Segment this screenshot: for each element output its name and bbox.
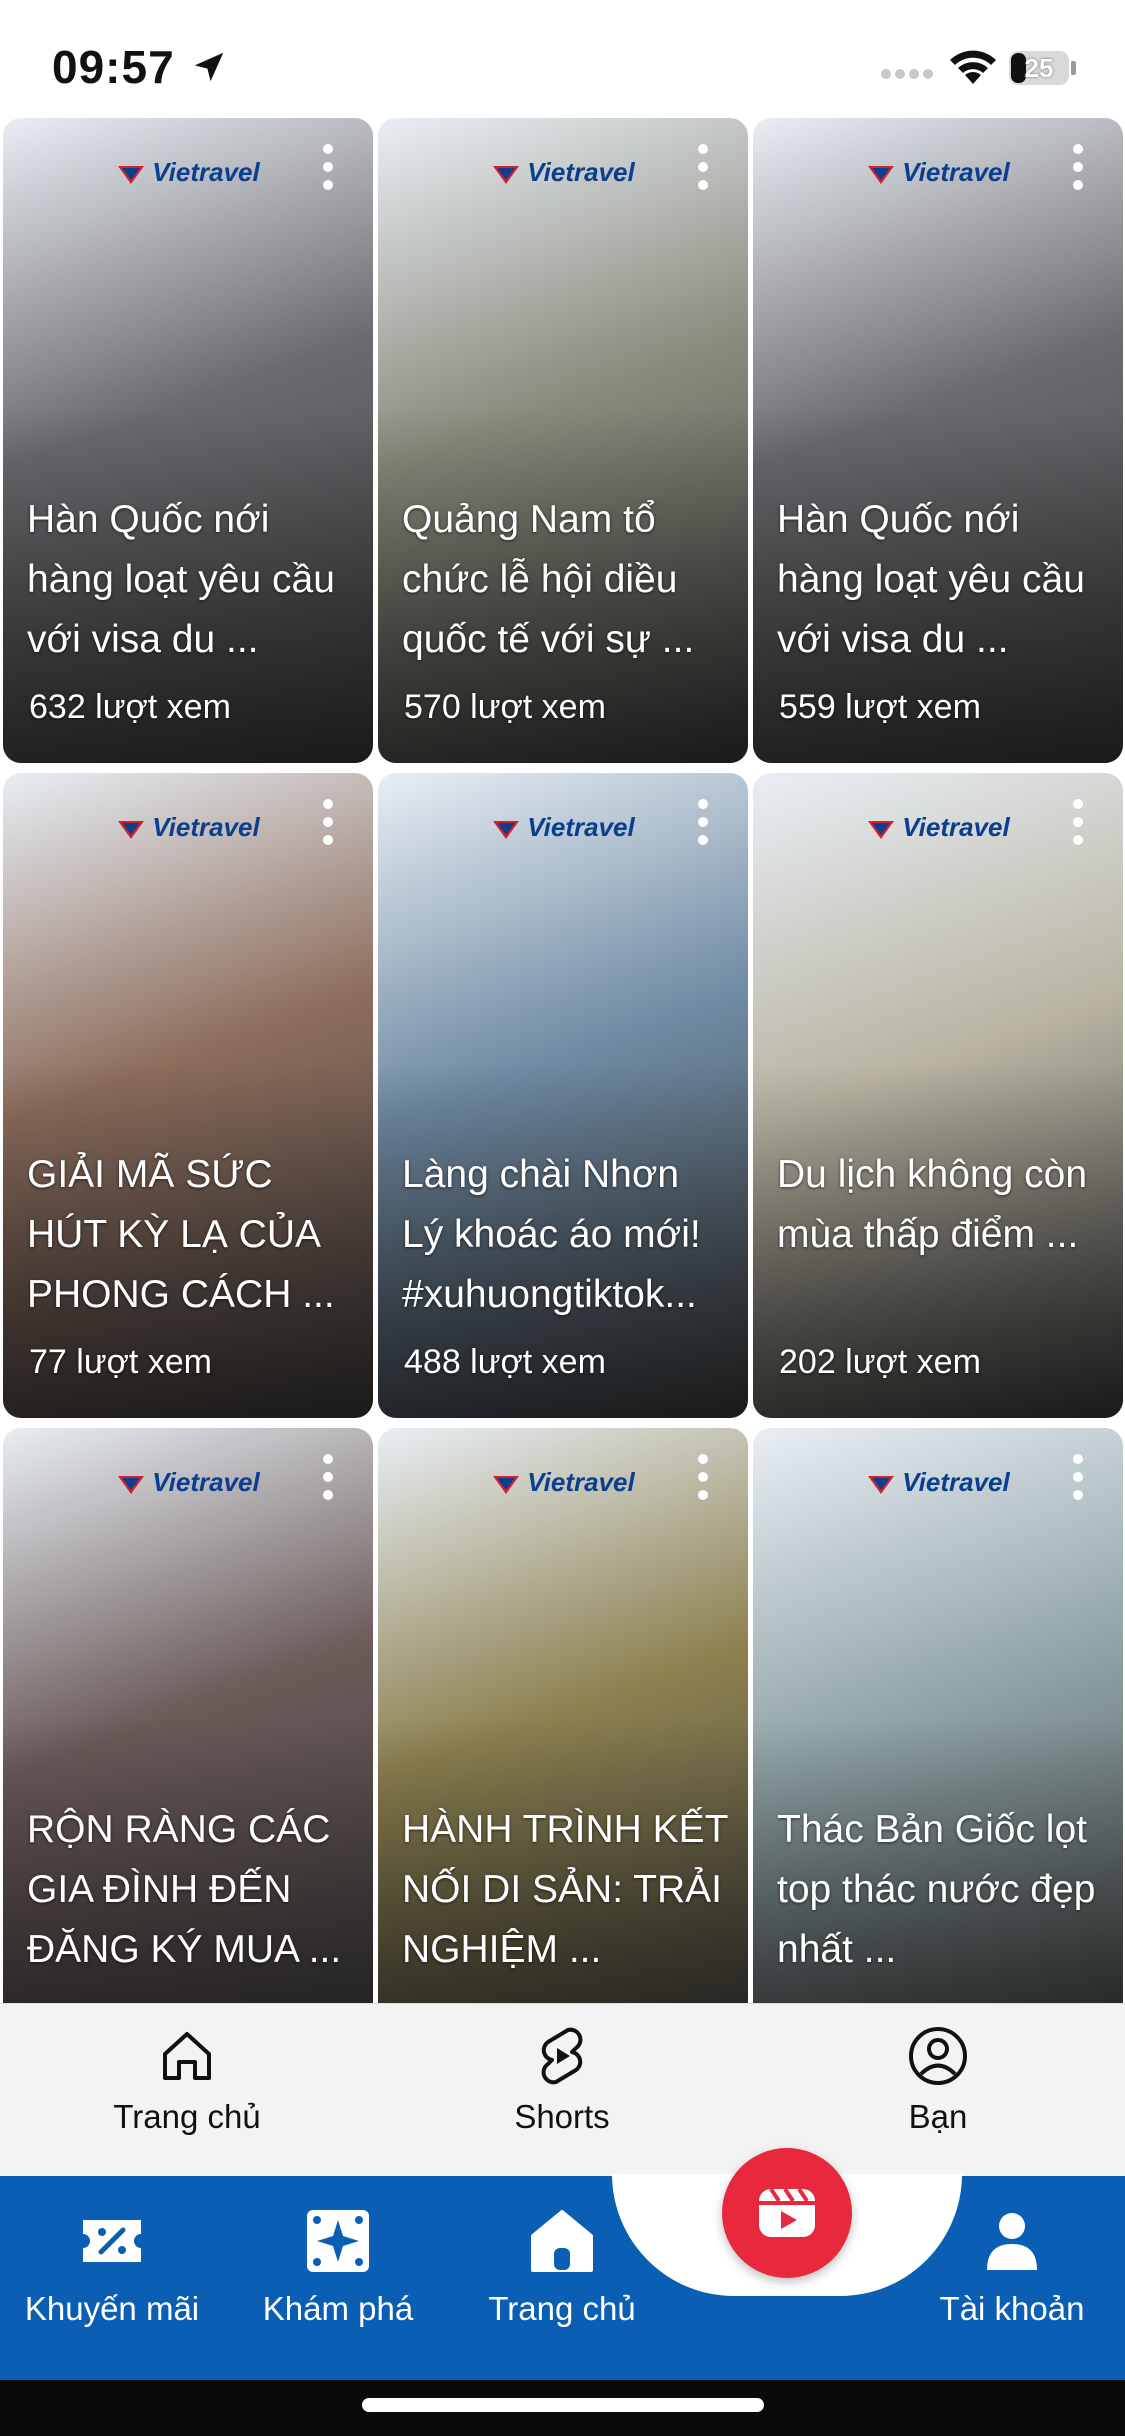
home-icon [531, 2210, 593, 2272]
more-options-icon[interactable] [1071, 797, 1085, 847]
video-title: HÀNH TRÌNH KẾT NỐI DI SẢN: TRẢI NGHIỆM .… [402, 1808, 728, 1971]
shorts-icon [541, 2027, 583, 2085]
view-count: 77 lượt xem [29, 1343, 212, 1381]
more-options-icon[interactable] [696, 142, 710, 192]
more-options-icon[interactable] [321, 797, 335, 847]
shorts-bottom-nav: Trang chủ Shorts Bạn [0, 2003, 1125, 2179]
video-card[interactable]: Vietravel Du lịch không còn mùa thấp điểm… [753, 773, 1123, 1418]
status-time: 09:57 [52, 41, 175, 93]
person-icon [987, 2213, 1037, 2270]
shorts-nav-home-label: Trang chủ [113, 2098, 261, 2135]
view-count: 488 lượt xem [404, 1343, 606, 1381]
cellular-signal-icon [881, 69, 933, 79]
view-count: 202 lượt xem [779, 1343, 981, 1381]
app-nav-promotions-label: Khuyến mãi [24, 2290, 200, 2327]
app-nav-home-label: Trang chủ [488, 2290, 636, 2327]
status-bar: 09:57 25 [0, 0, 1125, 120]
video-card[interactable]: Vietravel Quảng Nam tổ chức lễ hội diều q… [378, 118, 748, 763]
view-count: 632 lượt xem [29, 688, 231, 726]
app-nav-explore[interactable]: Khám phá [248, 2206, 428, 2328]
app-nav-promotions[interactable]: Khuyến mãi [22, 2206, 202, 2328]
video-card[interactable]: Vietravel Làng chài Nhơn Lý khoác áo mới!… [378, 773, 748, 1418]
video-title: Thác Bản Giốc lọt top thác nước đẹp nhất… [777, 1808, 1096, 1971]
wifi-icon [950, 50, 996, 84]
video-card[interactable]: Vietravel Thác Bản Giốc lọt top thác nước… [753, 1428, 1123, 2003]
video-card[interactable]: Vietravel Hàn Quốc nới hàng loạt yêu cầu … [3, 118, 373, 763]
user-circle-icon [909, 2027, 967, 2085]
vietravel-logo: Vietravel [753, 808, 1123, 847]
vietravel-logo: Vietravel [753, 1463, 1123, 1502]
vietravel-logo: Vietravel [378, 153, 748, 192]
vietravel-logo: Vietravel [378, 1463, 748, 1502]
more-options-icon[interactable] [696, 797, 710, 847]
shorts-nav-shorts-label: Shorts [514, 2098, 610, 2135]
video-title: Du lịch không còn mùa thấp điểm ... [777, 1153, 1088, 1256]
vietravel-logo: Vietravel [3, 153, 373, 192]
video-card[interactable]: Vietravel HÀNH TRÌNH KẾT NỐI DI SẢN: TRẢI… [378, 1428, 748, 2003]
explore-icon [307, 2210, 369, 2272]
discount-ticket-icon [83, 2220, 141, 2262]
vietravel-logo: Vietravel [378, 808, 748, 847]
shorts-nav-you-label: Bạn [908, 2098, 968, 2135]
shorts-nav-shorts[interactable]: Shorts [442, 2024, 682, 2136]
clapperboard-icon [759, 2187, 815, 2237]
vietravel-logo: Vietravel [753, 153, 1123, 192]
app-nav-explore-label: Khám phá [262, 2290, 414, 2327]
shorts-nav-home[interactable]: Trang chủ [67, 2024, 307, 2136]
app-nav-account[interactable]: Tài khoản [922, 2206, 1102, 2328]
video-title: Hàn Quốc nới hàng loạt yêu cầu với visa … [27, 498, 335, 661]
more-options-icon[interactable] [1071, 142, 1085, 192]
video-card[interactable]: Vietravel GIẢI MÃ SỨC HÚT KỲ LẠ CỦA PHONG… [3, 773, 373, 1418]
app-nav-home[interactable]: Trang chủ [472, 2206, 652, 2328]
shorts-grid: Vietravel Hàn Quốc nới hàng loạt yêu cầu … [0, 118, 1125, 2003]
video-title: Làng chài Nhơn Lý khoác áo mới! #xuhuong… [402, 1153, 701, 1316]
video-title: RỘN RÀNG CÁC GIA ĐÌNH ĐẾN ĐĂNG KÝ MUA ..… [27, 1808, 342, 1971]
more-options-icon[interactable] [696, 1452, 710, 1502]
shorts-nav-you[interactable]: Bạn [818, 2024, 1058, 2136]
view-count: 570 lượt xem [404, 688, 606, 726]
shorts-fab-button[interactable] [722, 2148, 852, 2278]
battery-level: 25 [1024, 53, 1054, 83]
home-indicator [362, 2398, 764, 2412]
vietravel-logo: Vietravel [3, 808, 373, 847]
more-options-icon[interactable] [1071, 1452, 1085, 1502]
home-outline-icon [163, 2032, 211, 2080]
app-nav-account-label: Tài khoản [939, 2290, 1085, 2327]
video-title: Quảng Nam tổ chức lễ hội diều quốc tế vớ… [402, 498, 695, 661]
video-title: GIẢI MÃ SỨC HÚT KỲ LẠ CỦA PHONG CÁCH ... [27, 1153, 335, 1316]
video-card[interactable]: Vietravel RỘN RÀNG CÁC GIA ĐÌNH ĐẾN ĐĂNG … [3, 1428, 373, 2003]
view-count: 559 lượt xem [779, 688, 981, 726]
video-title: Hàn Quốc nới hàng loạt yêu cầu với visa … [777, 498, 1085, 661]
more-options-icon[interactable] [321, 142, 335, 192]
vietravel-logo: Vietravel [3, 1463, 373, 1502]
more-options-icon[interactable] [321, 1452, 335, 1502]
video-card[interactable]: Vietravel Hàn Quốc nới hàng loạt yêu cầu … [753, 118, 1123, 763]
location-arrow-icon [194, 52, 224, 82]
